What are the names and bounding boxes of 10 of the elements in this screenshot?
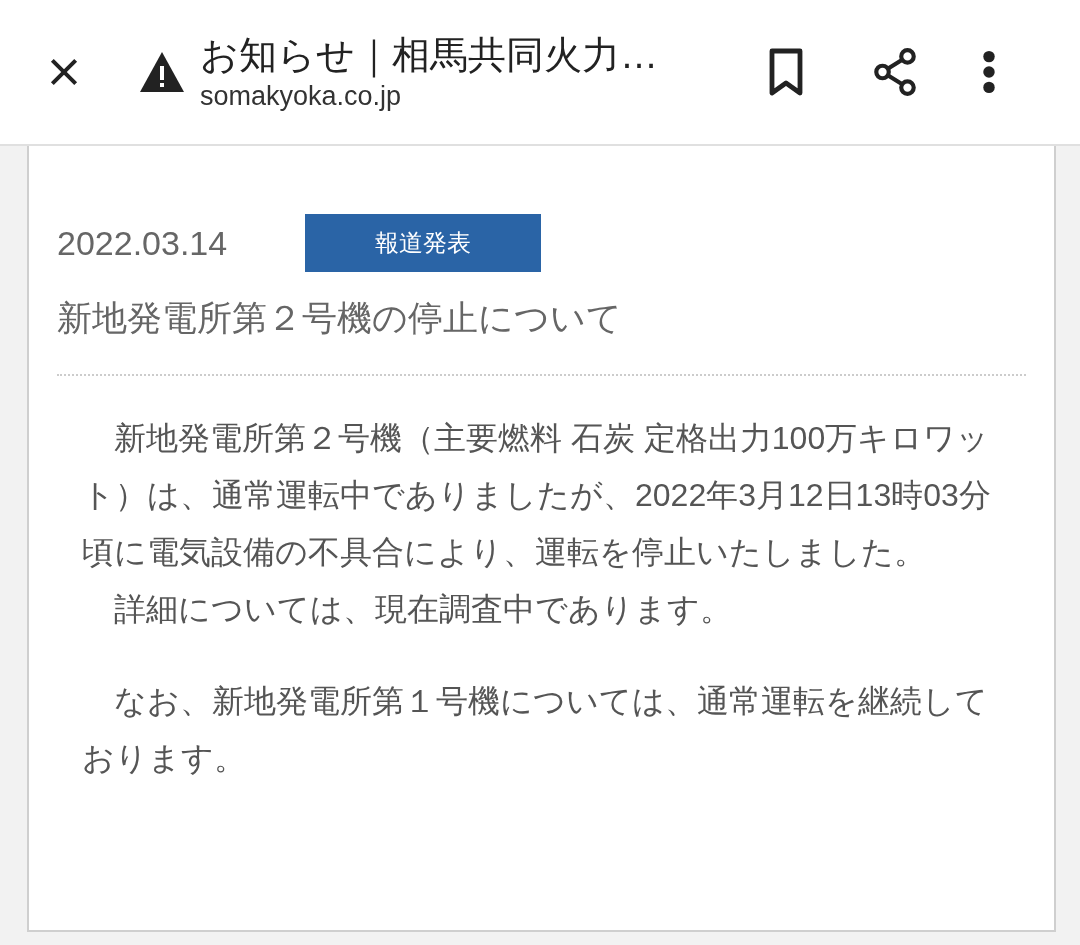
page-url: somakyoka.co.jp bbox=[200, 80, 403, 113]
body-paragraph: 詳細については、現在調査中であります。 bbox=[113, 590, 733, 629]
page-title: お知らせ｜相馬共同火力… bbox=[200, 33, 659, 79]
category-tag: 報道発表 bbox=[305, 214, 541, 272]
body-paragraph: 新地発電所第２号機（主要燃料 石炭 定格出力100万キロワット）は、通常運転中でありましたが、2022年3月12日13時03分頃に電気設備の不具合により、運転を停止いたしました。 bbox=[82, 419, 992, 572]
article-date: 2022.03.14 bbox=[57, 222, 229, 264]
article-title: 新地発電所第２号機の停止について bbox=[57, 297, 623, 339]
more-icon[interactable] bbox=[982, 50, 996, 94]
body-paragraph: なお、新地発電所第１号機については、通常運転を継続しております。 bbox=[82, 682, 989, 778]
warning-icon[interactable] bbox=[138, 50, 186, 94]
